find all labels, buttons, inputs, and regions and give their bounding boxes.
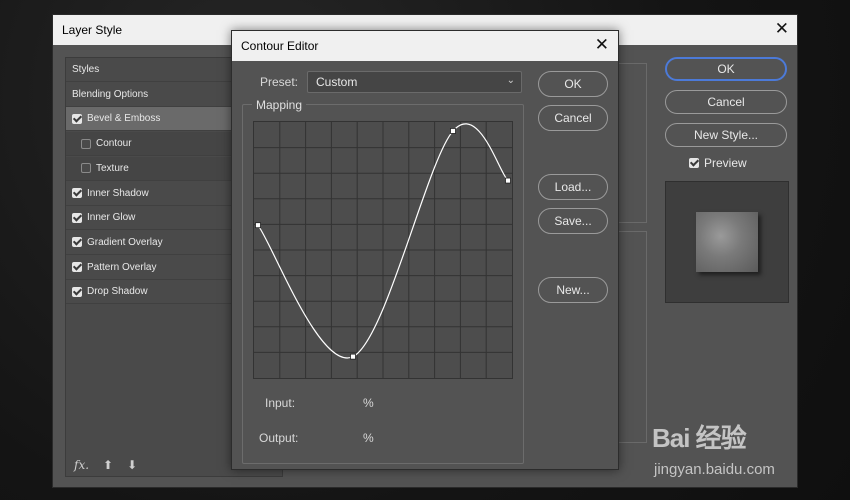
style-item-label: Inner Glow [87, 212, 136, 224]
style-item-label: Contour [96, 138, 132, 150]
curve-control-point[interactable] [350, 353, 356, 360]
contour-cancel-button[interactable]: Cancel [538, 105, 608, 131]
output-value: % [363, 431, 374, 445]
output-label: Output: [259, 431, 299, 445]
style-item-label: Styles [72, 64, 100, 75]
layer-style-ok-button[interactable]: OK [665, 57, 787, 81]
contour-editor-dialog: Contour Editor ✕ Preset: Custom ⌄ Mappin… [231, 30, 619, 470]
input-label: Input: [265, 396, 296, 410]
style-item-label: Gradient Overlay [87, 236, 163, 248]
style-item-label: Inner Shadow [87, 187, 149, 199]
contour-ok-button[interactable]: OK [538, 71, 608, 97]
curve-control-point[interactable] [255, 222, 261, 229]
contour-editor-close-icon[interactable]: ✕ [595, 36, 609, 53]
input-value: % [363, 396, 374, 410]
move-down-icon[interactable]: ⬇ [127, 458, 137, 472]
checkbox-checked-icon[interactable] [72, 212, 82, 223]
checkbox-unchecked-icon[interactable] [81, 138, 91, 149]
preset-label: Preset: [260, 75, 299, 89]
save-button[interactable]: Save... [538, 208, 608, 234]
layer-style-title: Layer Style [62, 23, 123, 37]
style-preview [665, 181, 789, 303]
layer-style-close-icon[interactable]: ✕ [775, 20, 789, 37]
baidu-watermark-logo: Bai 经验 [652, 423, 747, 453]
curve-control-point[interactable] [505, 177, 511, 184]
style-item-label: Texture [96, 162, 129, 174]
fx-icon[interactable]: fx. [74, 458, 89, 472]
style-item-label: Bevel & Emboss [87, 113, 161, 125]
load-button[interactable]: Load... [538, 174, 608, 200]
style-item-label: Drop Shadow [87, 286, 148, 298]
checkbox-checked-icon[interactable] [72, 113, 82, 124]
layer-style-cancel-button[interactable]: Cancel [665, 90, 787, 114]
preset-dropdown[interactable]: Custom ⌄ [307, 71, 522, 93]
checkbox-checked-icon[interactable] [72, 188, 82, 198]
contour-editor-title: Contour Editor [241, 39, 319, 53]
chevron-down-icon: ⌄ [506, 75, 515, 86]
checkbox-checked-icon[interactable] [72, 286, 82, 297]
preview-thumbnail [696, 212, 758, 272]
curve-control-point[interactable] [450, 128, 456, 134]
style-item-label: Blending Options [72, 88, 149, 100]
preview-label: Preview [704, 156, 747, 170]
baidu-watermark-url: jingyan.baidu.com [654, 461, 775, 478]
preset-value: Custom [316, 75, 358, 89]
mapping-label: Mapping [252, 98, 307, 112]
preview-checkbox[interactable]: Preview [689, 156, 747, 170]
checkbox-checked-icon[interactable] [72, 237, 82, 248]
fx-toolbar: fx. ⬆ ⬇ [74, 458, 151, 472]
new-button[interactable]: New... [538, 277, 608, 303]
style-item-label: Pattern Overlay [87, 261, 157, 273]
checkbox-unchecked-icon[interactable] [81, 163, 91, 174]
new-style-button[interactable]: New Style... [665, 123, 787, 147]
preview-check-icon[interactable] [689, 158, 699, 168]
checkbox-checked-icon[interactable] [72, 262, 82, 273]
contour-graph-svg[interactable] [254, 122, 512, 378]
move-up-icon[interactable]: ⬆ [103, 458, 113, 472]
contour-graph[interactable] [253, 121, 513, 379]
contour-editor-titlebar: Contour Editor ✕ [232, 31, 618, 61]
